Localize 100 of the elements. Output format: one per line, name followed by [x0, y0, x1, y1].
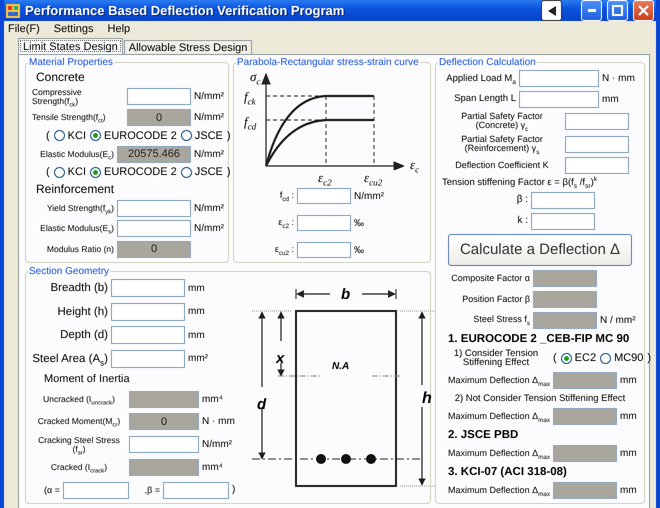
- field-label: Span Length L: [453, 94, 516, 104]
- input-field[interactable]: [519, 70, 599, 87]
- menu-item[interactable]: File(F): [8, 23, 40, 35]
- minimize-icon: [588, 9, 596, 12]
- unit-label: N/mm²: [194, 91, 224, 102]
- paren-text: (: [46, 130, 50, 142]
- radio-button[interactable]: KCI: [54, 130, 86, 142]
- field-label: Maximum Deflection Δ$_{max}$: [447, 412, 550, 422]
- input-field[interactable]: [117, 220, 191, 238]
- field-label: Breadth (b): [49, 282, 108, 294]
- paren-text: ): [647, 352, 652, 364]
- dimension-label: b: [341, 287, 350, 302]
- close-button[interactable]: [633, 0, 654, 21]
- output-field[interactable]: [129, 390, 199, 408]
- triangle-icon: [548, 6, 556, 16]
- input-field[interactable]: [111, 302, 185, 321]
- input-field[interactable]: [565, 112, 629, 130]
- input-field[interactable]: [565, 136, 629, 153]
- input-field[interactable]: [297, 188, 351, 204]
- input-field[interactable]: [531, 192, 595, 210]
- option-heading: 1) Consider Tension Stiffening Effect: [452, 348, 540, 368]
- field-label: Applied Load M$_{a}$: [445, 74, 516, 84]
- output-field[interactable]: 0: [127, 109, 191, 126]
- output-field[interactable]: 20575.466: [117, 146, 191, 163]
- input-field[interactable]: [111, 326, 185, 344]
- field-label: Partial Safety Factor (Concrete) γ$_{c}$: [460, 112, 544, 131]
- calculate-button[interactable]: Calculate a Deflection Δ: [448, 234, 632, 266]
- dimension-label: d: [257, 397, 266, 412]
- minimize-button[interactable]: [581, 0, 602, 21]
- output-field[interactable]: [553, 372, 617, 390]
- input-field[interactable]: [111, 350, 185, 368]
- field-label: Cracking Steel Stress (f$_{sr}$): [37, 436, 121, 454]
- back-button[interactable]: [541, 0, 562, 21]
- output-field[interactable]: 0: [129, 413, 199, 430]
- menu-item[interactable]: Settings: [54, 23, 94, 35]
- chart-label: ε$_{c}$: [410, 158, 420, 171]
- window-title: Performance Based Deflection Verification Program: [25, 3, 346, 18]
- output-field[interactable]: [533, 270, 597, 287]
- section-heading: Moment of Inertia: [43, 373, 131, 386]
- input-field[interactable]: [297, 215, 351, 231]
- paren-text: (: [553, 352, 557, 364]
- unit-label: N/mm²: [194, 112, 224, 124]
- tab[interactable]: Limit States Design: [18, 38, 123, 54]
- output-field[interactable]: [553, 482, 617, 499]
- paren-text: ): [226, 166, 231, 178]
- input-field[interactable]: [117, 200, 191, 217]
- field-label: Composite Factor α: [450, 274, 530, 284]
- radio-button[interactable]: EUROCODE 2: [90, 130, 177, 142]
- field-label: Elastic Modulus(E$_{c}$): [39, 150, 114, 158]
- output-field[interactable]: [129, 459, 199, 476]
- output-field[interactable]: [533, 290, 597, 308]
- output-field[interactable]: 0: [117, 240, 191, 258]
- unit-label: mm: [188, 306, 206, 318]
- chart-label: f$_{cd}$: [244, 115, 256, 128]
- output-field[interactable]: [533, 312, 597, 329]
- formula-text: Tension stiffening Factor ε = β(f$_{s}$ /f$_{sr}$)$^{k}$: [442, 178, 598, 188]
- radio-button[interactable]: EUROCODE 2: [90, 166, 177, 178]
- method-heading: 3. KCI-07 (ACI 318-08): [447, 466, 568, 478]
- paren-text: ): [226, 130, 231, 142]
- input-field[interactable]: [519, 90, 599, 108]
- input-field[interactable]: [127, 88, 191, 106]
- unit-label: mm: [620, 411, 638, 422]
- unit-label: mm: [620, 375, 638, 386]
- radio-button[interactable]: JSCE: [180, 130, 223, 142]
- unit-label: mm: [620, 448, 638, 459]
- method-heading: 2. JSCE PBD: [447, 429, 520, 442]
- field-label: Cracked (I$_{crack}$): [50, 463, 108, 472]
- group-title: Deflection Calculation: [438, 57, 537, 68]
- dimension-label: N.A: [332, 362, 350, 372]
- field-label: Compressive Strength(f$_{ck}$): [32, 88, 83, 106]
- unit-label: N / mm²: [600, 314, 637, 326]
- field-label: Yield Strength(f$_{yk}$): [46, 204, 114, 212]
- app-icon: [6, 4, 20, 18]
- output-field[interactable]: [553, 408, 617, 426]
- field-label: Maximum Deflection Δ$_{max}$: [447, 448, 550, 458]
- input-field[interactable]: [111, 279, 185, 297]
- group-title: Section Geometry: [28, 266, 110, 277]
- input-field[interactable]: [565, 157, 629, 174]
- chart-label: ε$_{cu2}$: [364, 171, 382, 184]
- maximize-button[interactable]: [607, 0, 628, 21]
- tab[interactable]: Allowable Stress Design: [124, 40, 252, 54]
- input-field[interactable]: [531, 213, 595, 230]
- menu-item[interactable]: Help: [108, 23, 130, 35]
- dimension-label: h: [422, 391, 432, 407]
- field-label: Deflection Coefficient K: [454, 161, 550, 171]
- unit-label: N/mm²: [194, 148, 224, 160]
- radio-button[interactable]: JSCE: [180, 166, 223, 178]
- radio-button[interactable]: KCI: [54, 166, 86, 178]
- radio-button[interactable]: MC90: [600, 352, 644, 364]
- input-field[interactable]: [163, 482, 229, 499]
- input-field[interactable]: [63, 482, 129, 499]
- radio-button[interactable]: EC2: [560, 352, 596, 364]
- unit-label: N · mm: [602, 73, 636, 84]
- input-field[interactable]: [129, 436, 199, 454]
- input-field[interactable]: [297, 242, 351, 258]
- unit-label: N/mm²: [194, 223, 224, 234]
- chart-label: f$_{ck}$: [244, 90, 256, 103]
- output-field[interactable]: [553, 444, 617, 462]
- field-label: Elastic Modulus(E$_{s}$): [39, 224, 114, 234]
- section-heading: Reinforcement: [35, 182, 116, 196]
